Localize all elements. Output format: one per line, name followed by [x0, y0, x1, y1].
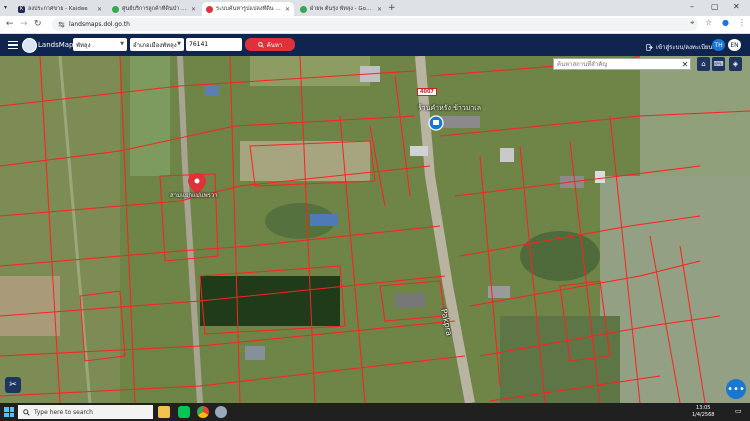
tab-title: ระบบค้นหารูปแปลงที่ดิน (LandsMa	[216, 6, 282, 12]
profile-icon[interactable]: ●	[722, 18, 729, 27]
line-app-icon[interactable]	[178, 406, 190, 418]
site-info-icon[interactable]	[58, 21, 65, 28]
measure-tool-icon[interactable]: ✂	[5, 377, 21, 393]
hamburger-menu-icon[interactable]	[8, 41, 18, 50]
back-icon[interactable]: ←	[6, 19, 14, 29]
lang-en-button[interactable]: EN	[728, 39, 741, 51]
login-icon	[646, 43, 653, 51]
maximize-icon[interactable]: ▢	[711, 2, 719, 11]
taskbar-search-placeholder: Type here to search	[34, 408, 93, 416]
search-icon	[257, 41, 264, 48]
landsmaps-header: LandsMaps พัทลุง ▼ อำเภอเมืองพัทลุง ▼ ค้…	[0, 34, 750, 56]
taskbar-search[interactable]: Type here to search	[18, 405, 153, 419]
browser-tab-strip: K ลงประกาศขาย - Kaidee ✕ ศูนย์บริการลูกค…	[0, 0, 750, 16]
forward-icon[interactable]: →	[20, 19, 28, 29]
windows-start-icon[interactable]	[4, 407, 14, 417]
login-link[interactable]: เข้าสู่ระบบ/ลงทะเบียน	[646, 42, 713, 52]
search-icon	[23, 408, 30, 416]
map-canvas[interactable]: ✕ ⌂ ⌨ ◈ 4007 ร้านคำหรัง ข้าวมาเล สามแยกแ…	[0, 56, 750, 403]
address-bar[interactable]: landsmaps.dol.go.th	[52, 18, 698, 31]
close-tab-icon[interactable]: ✕	[285, 6, 290, 13]
maps-pin-favicon-icon	[300, 5, 307, 13]
reload-icon[interactable]: ↻	[34, 19, 42, 29]
clock-date: 1/4/2568	[692, 412, 715, 418]
layers-icon[interactable]: ◈	[729, 57, 742, 71]
road-number-badge: 4007	[417, 88, 437, 96]
dots-icon: •••	[727, 383, 745, 395]
landsmaps-favicon-icon	[206, 5, 213, 13]
lang-th-button[interactable]: TH	[712, 39, 725, 51]
tab-search-icon[interactable]: ▾	[4, 4, 7, 11]
search-button[interactable]: ค้นหา	[245, 38, 295, 51]
browser-tab-google-maps-2[interactable]: ฝ่ายพ ต้นรุ่ง พัทลุง - Google Maps ✕	[296, 2, 386, 16]
home-icon[interactable]: ⌂	[697, 57, 710, 71]
dol-logo	[22, 38, 37, 53]
chrome-icon[interactable]	[197, 406, 209, 418]
chevron-down-icon: ▼	[177, 41, 181, 47]
clear-search-icon[interactable]: ✕	[679, 58, 691, 70]
chevron-down-icon: ▼	[120, 41, 124, 47]
maps-pin-favicon-icon	[112, 5, 119, 13]
close-window-icon[interactable]: ✕	[733, 2, 740, 11]
tab-title: ลงประกาศขาย - Kaidee	[28, 6, 88, 12]
place-marker-blue-icon[interactable]	[428, 115, 444, 131]
tab-title: ฝ่ายพ ต้นรุ่ง พัทลุง - Google Maps	[310, 6, 374, 12]
windows-taskbar: Type here to search 13:05 1/4/2568 ▭	[0, 403, 750, 421]
login-label: เข้าสู่ระบบ/ลงทะเบียน	[656, 44, 713, 51]
system-clock[interactable]: 13:05 1/4/2568	[692, 405, 714, 419]
new-tab-button[interactable]: +	[388, 3, 396, 13]
satellite-imagery	[0, 56, 750, 403]
app-icon[interactable]	[215, 406, 227, 418]
menu-dots-icon[interactable]: ⋮	[738, 18, 746, 27]
close-tab-icon[interactable]: ✕	[377, 6, 382, 13]
district-value: อำเภอเมืองพัทลุง	[133, 41, 177, 49]
minimize-icon[interactable]: –	[690, 2, 694, 11]
kaidee-favicon-icon: K	[18, 5, 25, 13]
clock-time: 13:05	[696, 405, 711, 411]
url-text: landsmaps.dol.go.th	[69, 21, 130, 28]
more-options-fab[interactable]: •••	[726, 379, 746, 399]
browser-tab-landsmaps[interactable]: ระบบค้นหารูปแปลงที่ดิน (LandsMa ✕	[202, 2, 294, 16]
search-button-label: ค้นหา	[266, 41, 283, 49]
map-label-parcel: สามแยกแม่แพรวา	[170, 192, 218, 199]
district-select[interactable]: อำเภอเมืองพัทลุง ▼	[130, 38, 184, 51]
tab-title: ศูนย์บริการลูกค้าที่ดินป่า พัทลุง - Goo	[122, 6, 188, 12]
place-search-input[interactable]	[553, 58, 691, 70]
file-explorer-icon[interactable]	[158, 406, 170, 418]
province-value: พัทลุง	[76, 41, 91, 49]
parcel-number-input[interactable]	[186, 38, 242, 51]
keyboard-icon[interactable]: ⌨	[712, 57, 725, 71]
browser-tab-kaidee[interactable]: K ลงประกาศขาย - Kaidee ✕	[14, 2, 106, 16]
close-tab-icon[interactable]: ✕	[97, 6, 102, 13]
province-select[interactable]: พัทลุง ▼	[73, 38, 127, 51]
map-label-shop: ร้านคำหรัง ข้าวมาเล	[418, 104, 481, 112]
close-tab-icon[interactable]: ✕	[191, 6, 196, 13]
notification-icon[interactable]: ▭	[735, 407, 742, 415]
browser-toolbar: ← → ↻ landsmaps.dol.go.th ⌖ ☆ ● ⋮	[0, 16, 750, 34]
brand-name: LandsMaps	[38, 41, 78, 49]
browser-tab-google-maps-1[interactable]: ศูนย์บริการลูกค้าที่ดินป่า พัทลุง - Goo …	[108, 2, 200, 16]
bookmark-star-icon[interactable]: ☆	[705, 18, 712, 27]
location-icon[interactable]: ⌖	[690, 18, 695, 28]
